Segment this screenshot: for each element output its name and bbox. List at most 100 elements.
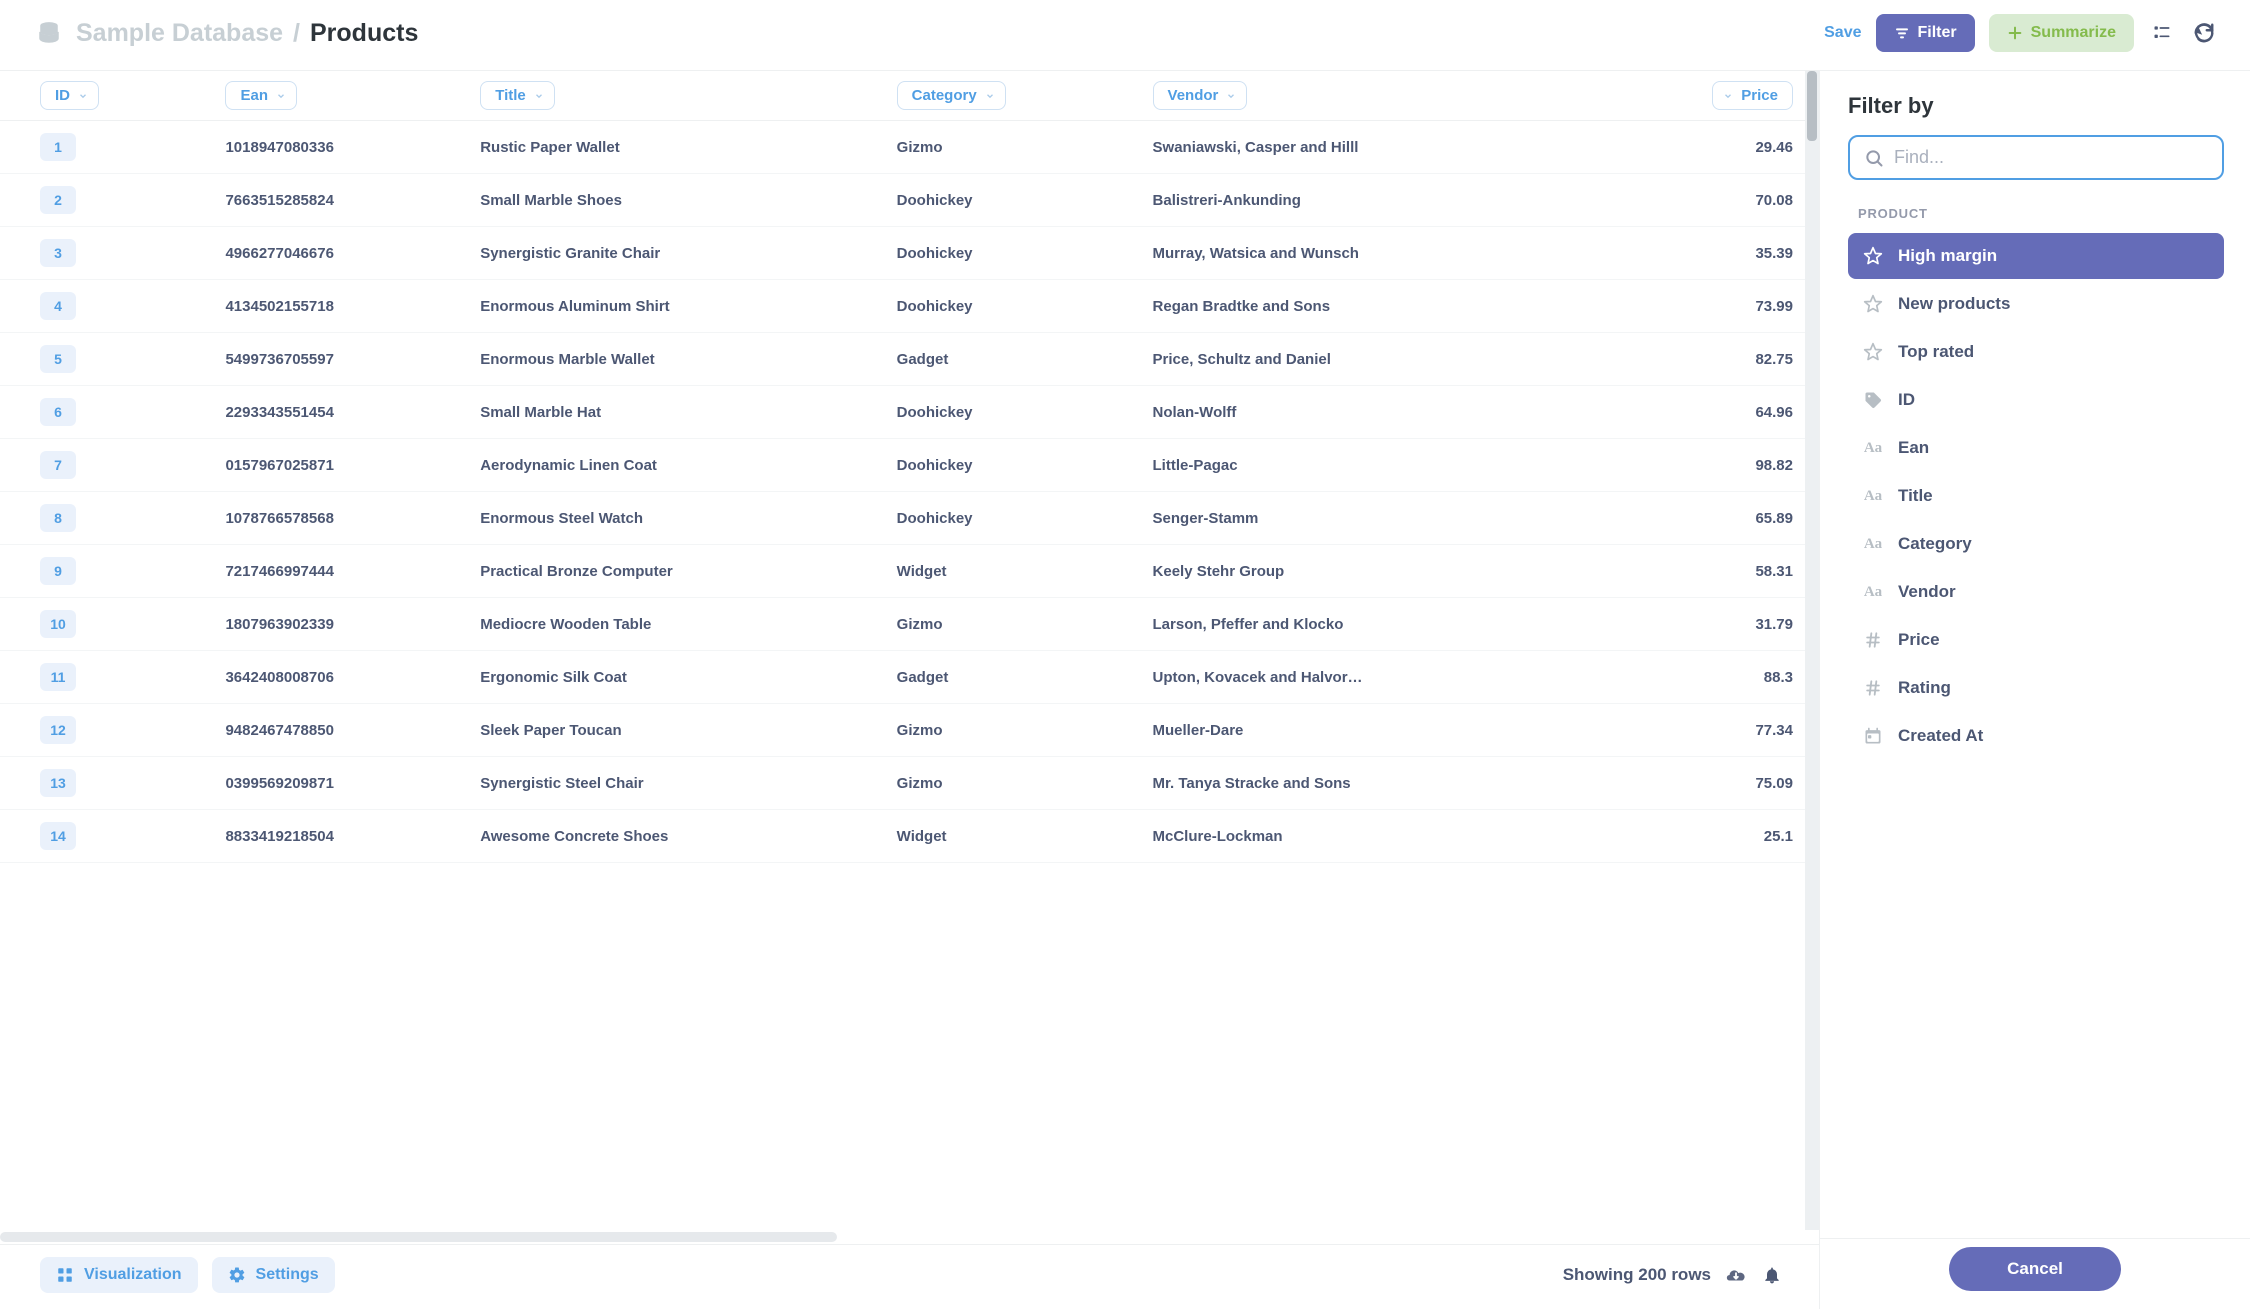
id-badge[interactable]: 4 [40, 292, 76, 320]
cell-vendor[interactable]: Keely Stehr Group [1141, 545, 1591, 598]
id-badge[interactable]: 13 [40, 769, 76, 797]
table-row[interactable]: 7 0157967025871Aerodynamic Linen CoatDooh… [0, 439, 1819, 492]
cell-category[interactable]: Doohickey [885, 227, 1141, 280]
table-row[interactable]: 27663515285824Small Marble ShoesDoohicke… [0, 174, 1819, 227]
id-badge[interactable]: 14 [40, 822, 76, 850]
table-scroll[interactable]: ID Ean Title Category [0, 71, 1819, 1230]
filter-item[interactable]: AaTitle [1848, 473, 2224, 519]
id-badge[interactable]: 11 [40, 663, 76, 691]
filter-search-input[interactable] [1894, 147, 2208, 168]
cancel-button[interactable]: Cancel [1949, 1247, 2121, 1291]
cell-price[interactable]: 75.09 [1591, 757, 1819, 810]
filter-item[interactable]: AaEan [1848, 425, 2224, 471]
cell-price[interactable]: 35.39 [1591, 227, 1819, 280]
cell-id[interactable]: 4 [0, 280, 213, 333]
cell-title[interactable]: Ergonomic Silk Coat [468, 651, 884, 704]
table-row[interactable]: 101807963902339Mediocre Wooden TableGizm… [0, 598, 1819, 651]
cell-id[interactable]: 14 [0, 810, 213, 863]
cell-id[interactable]: 3 [0, 227, 213, 280]
cell-title[interactable]: Practical Bronze Computer [468, 545, 884, 598]
cell-vendor[interactable]: Mueller-Dare [1141, 704, 1591, 757]
cell-ean[interactable]: 5499736705597 [213, 333, 468, 386]
cell-id[interactable]: 9 [0, 545, 213, 598]
table-row[interactable]: 11 3642408008706Ergonomic Silk CoatGadget… [0, 651, 1819, 704]
cell-title[interactable]: Rustic Paper Wallet [468, 121, 884, 174]
cell-id[interactable]: 1 [0, 121, 213, 174]
cell-id[interactable]: 8 [0, 492, 213, 545]
cell-category[interactable]: Doohickey [885, 439, 1141, 492]
cell-id[interactable]: 5 [0, 333, 213, 386]
id-badge[interactable]: 9 [40, 557, 76, 585]
id-badge[interactable]: 7 [40, 451, 76, 479]
cell-category[interactable]: Gizmo [885, 598, 1141, 651]
cell-id[interactable]: 11 [0, 651, 213, 704]
cell-ean[interactable]: 2293343551454 [213, 386, 468, 439]
filter-item[interactable]: Created At [1848, 713, 2224, 759]
id-badge[interactable]: 10 [40, 610, 76, 638]
cell-price[interactable]: 77.34 [1591, 704, 1819, 757]
horizontal-scrollbar[interactable] [0, 1230, 1819, 1244]
filter-item[interactable]: Rating [1848, 665, 2224, 711]
cell-vendor[interactable]: Larson, Pfeffer and Klocko [1141, 598, 1591, 651]
cell-ean[interactable]: 4134502155718 [213, 280, 468, 333]
cell-id[interactable]: 12 [0, 704, 213, 757]
cell-category[interactable]: Widget [885, 545, 1141, 598]
cell-category[interactable]: Widget [885, 810, 1141, 863]
cell-ean[interactable]: 3642408008706 [213, 651, 468, 704]
id-badge[interactable]: 2 [40, 186, 76, 214]
table-row[interactable]: 9 7217466997444Practical Bronze ComputerW… [0, 545, 1819, 598]
table-row[interactable]: 44134502155718Enormous Aluminum ShirtDoo… [0, 280, 1819, 333]
cell-category[interactable]: Gizmo [885, 757, 1141, 810]
cell-vendor[interactable]: Nolan-Wolff [1141, 386, 1591, 439]
cell-title[interactable]: Mediocre Wooden Table [468, 598, 884, 651]
cell-ean[interactable]: 7217466997444 [213, 545, 468, 598]
filter-search-wrap[interactable] [1848, 135, 2224, 180]
cell-title[interactable]: Enormous Steel Watch [468, 492, 884, 545]
col-price[interactable]: Price [1591, 71, 1819, 121]
cell-vendor[interactable]: Murray, Watsica and Wunsch [1141, 227, 1591, 280]
cell-ean[interactable]: 4966277046676 [213, 227, 468, 280]
filter-item[interactable]: ID [1848, 377, 2224, 423]
id-badge[interactable]: 12 [40, 716, 76, 744]
cell-category[interactable]: Gadget [885, 333, 1141, 386]
cell-title[interactable]: Enormous Aluminum Shirt [468, 280, 884, 333]
col-ean[interactable]: Ean [213, 71, 468, 121]
filter-item[interactable]: AaVendor [1848, 569, 2224, 615]
filter-item[interactable]: Top rated [1848, 329, 2224, 375]
table-row[interactable]: 130399569209871Synergistic Steel ChairGi… [0, 757, 1819, 810]
table-row[interactable]: 55499736705597Enormous Marble WalletGadg… [0, 333, 1819, 386]
id-badge[interactable]: 1 [40, 133, 76, 161]
cell-title[interactable]: Sleek Paper Toucan [468, 704, 884, 757]
cell-title[interactable]: Small Marble Hat [468, 386, 884, 439]
cell-id[interactable]: 6 [0, 386, 213, 439]
cell-ean[interactable]: 9482467478850 [213, 704, 468, 757]
table-row[interactable]: 81078766578568Enormous Steel WatchDoohic… [0, 492, 1819, 545]
cell-id[interactable]: 7 [0, 439, 213, 492]
filter-button[interactable]: Filter [1876, 14, 1975, 52]
cell-title[interactable]: Aerodynamic Linen Coat [468, 439, 884, 492]
refresh-icon[interactable] [2190, 19, 2218, 47]
filter-item[interactable]: New products [1848, 281, 2224, 327]
cell-price[interactable]: 65.89 [1591, 492, 1819, 545]
cell-price[interactable]: 73.99 [1591, 280, 1819, 333]
table-row[interactable]: 3 4966277046676Synergistic Granite ChairD… [0, 227, 1819, 280]
cell-category[interactable]: Doohickey [885, 174, 1141, 227]
id-badge[interactable]: 3 [40, 239, 76, 267]
cell-vendor[interactable]: Balistreri-Ankunding [1141, 174, 1591, 227]
cell-title[interactable]: Synergistic Granite Chair [468, 227, 884, 280]
cell-ean[interactable]: 0157967025871 [213, 439, 468, 492]
cell-id[interactable]: 2 [0, 174, 213, 227]
editor-toggle-icon[interactable] [2148, 19, 2176, 47]
col-vendor[interactable]: Vendor [1141, 71, 1591, 121]
id-badge[interactable]: 6 [40, 398, 76, 426]
summarize-button[interactable]: Summarize [1989, 14, 2134, 52]
table-row[interactable]: 11018947080336Rustic Paper WalletGizmoSw… [0, 121, 1819, 174]
cell-vendor[interactable]: Mr. Tanya Stracke and Sons [1141, 757, 1591, 810]
cell-ean[interactable]: 8833419218504 [213, 810, 468, 863]
cell-category[interactable]: Gadget [885, 651, 1141, 704]
cell-price[interactable]: 58.31 [1591, 545, 1819, 598]
breadcrumb-database[interactable]: Sample Database [76, 19, 283, 48]
cell-id[interactable]: 10 [0, 598, 213, 651]
bell-icon[interactable] [1761, 1264, 1783, 1286]
cell-id[interactable]: 13 [0, 757, 213, 810]
